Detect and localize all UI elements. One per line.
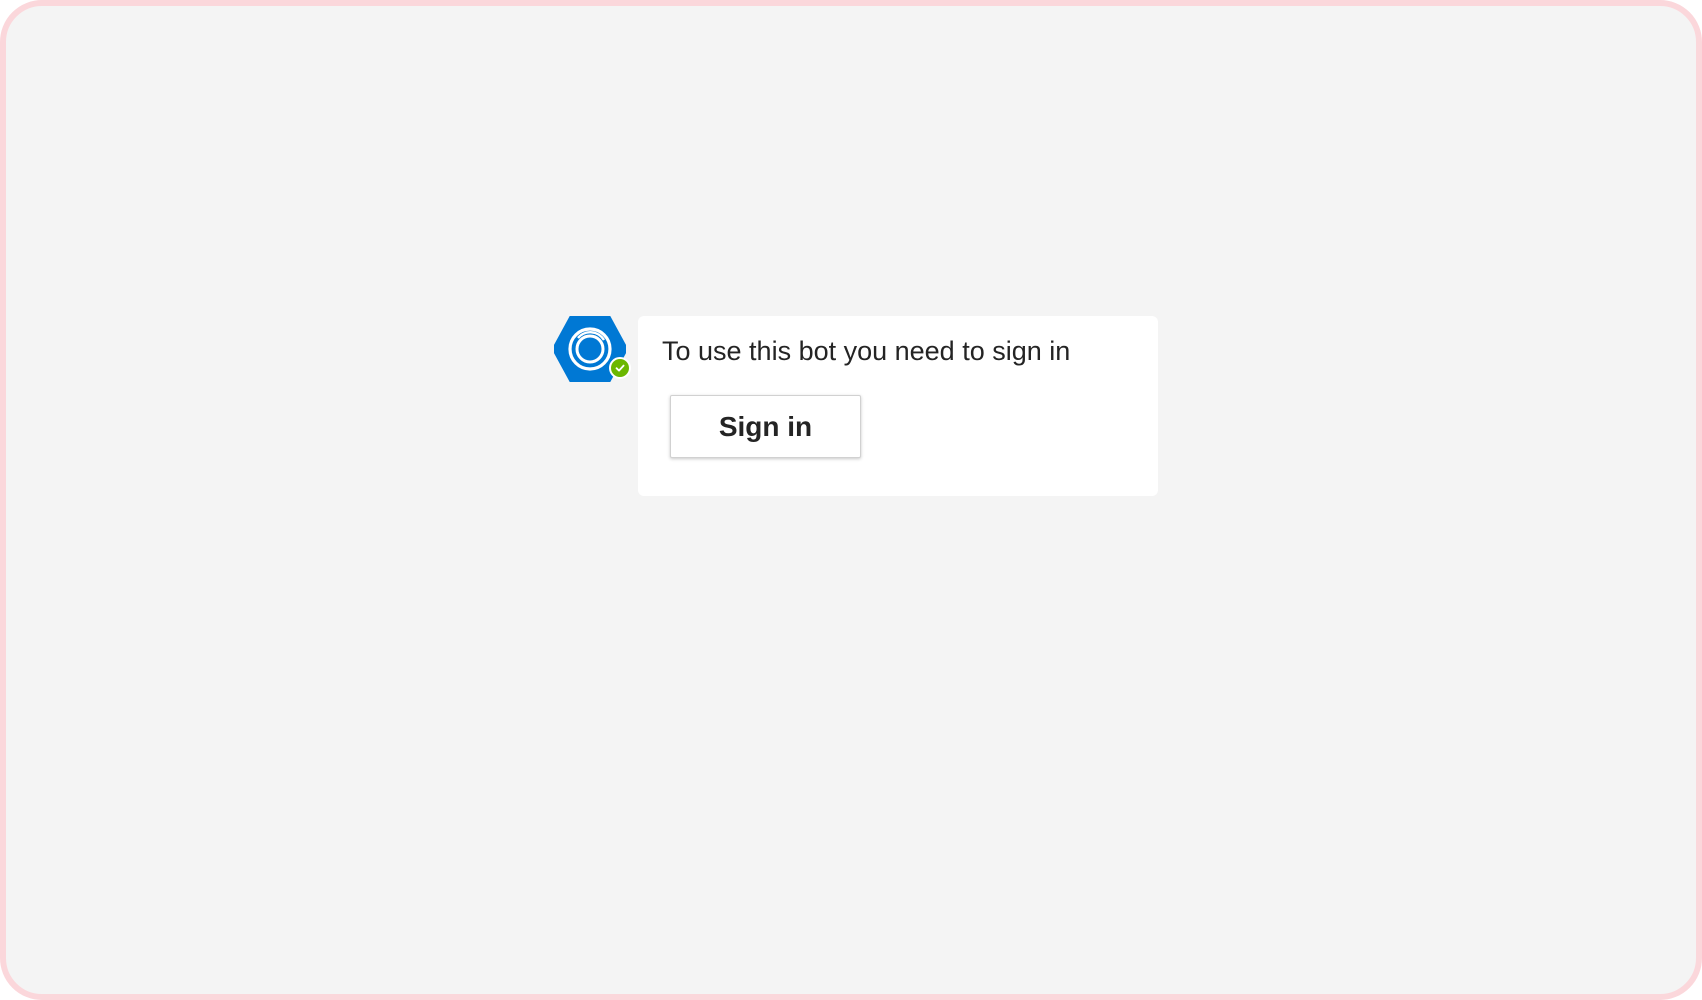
chat-canvas: To use this bot you need to sign in Sign… — [0, 0, 1702, 1000]
signin-message: To use this bot you need to sign in — [662, 336, 1071, 366]
available-check-icon — [608, 356, 631, 379]
bot-message: To use this bot you need to sign in Sign… — [554, 316, 1158, 496]
bot-avatar — [554, 316, 631, 382]
signin-card: To use this bot you need to sign in Sign… — [638, 316, 1158, 496]
sign-in-button[interactable]: Sign in — [670, 395, 861, 459]
